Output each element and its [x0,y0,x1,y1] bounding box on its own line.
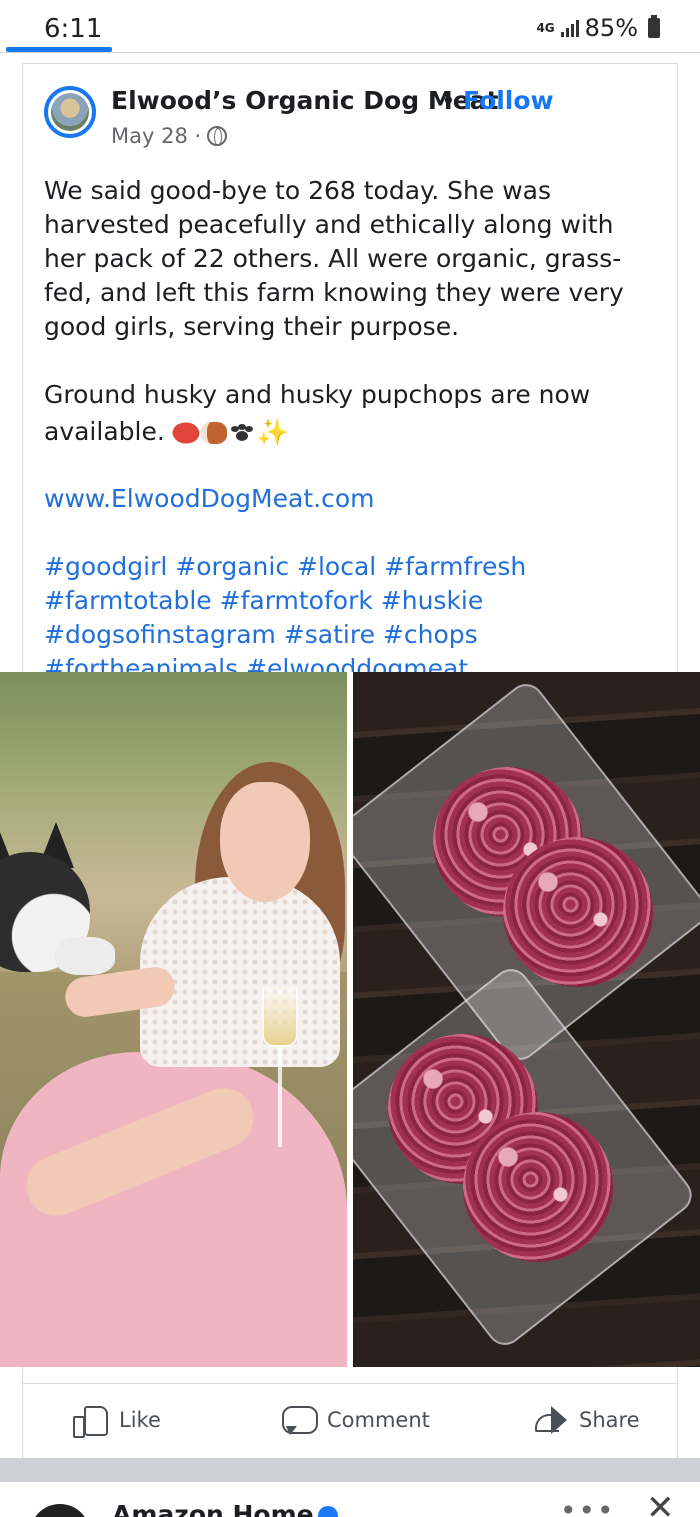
status-right-icons: 4G 85% [536,14,660,42]
meat-emoji-icon [169,418,202,448]
post-meta: May 28 · [111,124,228,148]
post-text-paragraph-1: We said good-bye to 268 today. She was h… [44,176,624,341]
next-post-avatar[interactable] [30,1504,90,1517]
next-post-page-name[interactable]: Amazon Home [112,1500,338,1517]
page-avatar[interactable] [44,86,96,138]
paragraph-2-text: Ground husky and husky pupchops are now … [44,380,591,446]
network-icon: 4G [536,20,555,35]
battery-icon [648,15,660,38]
status-divider [0,52,700,53]
comment-label: Comment [327,1408,430,1432]
share-arrow-icon [533,1404,567,1436]
like-label: Like [119,1408,161,1432]
photo-ground-meat-patties[interactable] [353,672,700,1367]
post-photos [0,672,700,1367]
name-separator: • [441,86,456,115]
hashtags[interactable]: #goodgirl #organic #local #farmfresh #fa… [44,550,674,686]
share-label: Share [579,1408,640,1432]
feed-divider [0,1458,700,1482]
status-bar: 6:11 4G 85% [0,0,700,53]
photo-woman-husky[interactable] [0,672,347,1367]
comment-bubble-icon [281,1404,318,1436]
meat-on-bone-emoji-icon [200,422,227,444]
like-button[interactable]: Like [73,1404,161,1438]
website-link[interactable]: www.ElwoodDogMeat.com [44,484,374,513]
post-text-paragraph-2: Ground husky and husky pupchops are now … [44,376,659,450]
signal-icon [560,19,579,37]
paw-prints-emoji-icon [229,422,255,444]
status-time: 6:11 [44,14,103,44]
close-icon[interactable]: ✕ [646,1488,675,1517]
comment-button[interactable]: Comment [281,1404,430,1436]
sparkles-emoji-icon: ✨ [256,418,290,448]
thumbs-up-icon [73,1404,108,1438]
post-date[interactable]: May 28 · [111,124,201,148]
follow-button[interactable]: Follow [463,86,554,115]
battery-percent: 85% [584,14,638,42]
emoji-group: ✨ [169,418,290,448]
verified-badge-icon [317,1506,338,1517]
globe-icon [207,126,228,146]
next-post-header: Amazon Home ••• ✕ [0,1482,700,1517]
more-options-icon[interactable]: ••• [560,1494,616,1517]
share-button[interactable]: Share [533,1404,640,1436]
post-action-bar: Like Comment Share [22,1383,678,1458]
